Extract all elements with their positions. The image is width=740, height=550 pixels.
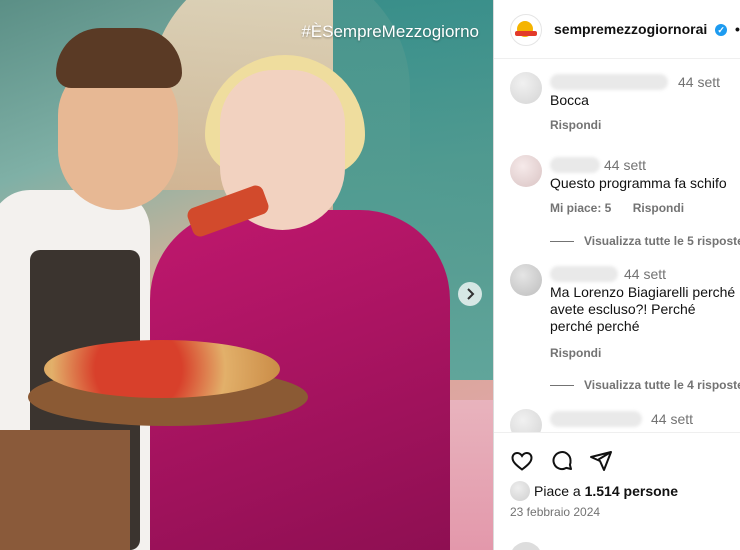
comment-icon[interactable]: [550, 449, 574, 473]
account-avatar[interactable]: [510, 14, 542, 46]
comment-time: 44 sett: [604, 157, 647, 173]
comment-text: Questo programma fa schifo: [550, 175, 727, 191]
comment-time: 44 sett: [624, 266, 667, 282]
comment-meta: Rispondi: [550, 346, 619, 360]
post-date[interactable]: 23 febbraio 2024: [510, 505, 600, 519]
commenter-username-blurred[interactable]: [550, 266, 618, 282]
replies-divider: [550, 241, 574, 243]
heart-icon[interactable]: [510, 449, 534, 473]
comment-text: Ma Lorenzo Biagiarelli perché avete escl…: [550, 284, 736, 334]
man-hair: [56, 28, 182, 88]
post-image[interactable]: #ÈSempreMezzogiorno: [0, 0, 493, 550]
account-username[interactable]: sempremezzogiornorai: [554, 21, 707, 37]
comment-time: 44 sett: [678, 74, 721, 90]
send-icon[interactable]: [589, 449, 613, 473]
pizza: [44, 340, 280, 398]
reply-button[interactable]: Rispondi: [633, 201, 684, 215]
commenter-avatar[interactable]: [510, 264, 542, 296]
likes-count: 1.514: [584, 483, 620, 499]
comment-time: 44 sett: [651, 411, 694, 427]
logo-bar-icon: [515, 31, 537, 36]
commenter-avatar[interactable]: [510, 155, 542, 187]
comment-meta: Mi piace: 5 Rispondi: [550, 201, 702, 215]
account-username-row: sempremezzogiornorai ✓ • S: [554, 21, 740, 37]
hashtag-overlay: #ÈSempreMezzogiorno: [301, 22, 479, 41]
man-apron-lower: [0, 430, 130, 550]
next-image-button[interactable]: [458, 282, 482, 306]
comment-text: Bocca: [550, 92, 589, 108]
replies-divider: [550, 385, 574, 387]
view-replies-label: Visualizza tutte le 4 risposte: [584, 378, 740, 392]
view-replies-button[interactable]: Visualizza tutte le 4 risposte: [550, 378, 740, 392]
chevron-right-icon: [467, 288, 475, 300]
commenter-username-blurred[interactable]: [550, 411, 642, 427]
verified-badge-icon: ✓: [715, 24, 728, 37]
comment-like-count[interactable]: Mi piace: 5: [550, 201, 611, 215]
post-sidebar: sempremezzogiornorai ✓ • S 44 sett Bocca…: [493, 0, 740, 550]
commenter-avatar[interactable]: [510, 72, 542, 104]
post-header: sempremezzogiornorai ✓ • S: [494, 0, 740, 59]
view-replies-button[interactable]: Visualizza tutte le 5 risposte: [550, 234, 740, 248]
likes-suffix: persone: [619, 483, 678, 499]
post-actions: Piace a 1.514 persone 23 febbraio 2024: [494, 432, 740, 550]
commenter-username-blurred[interactable]: [550, 157, 600, 173]
view-replies-label: Visualizza tutte le 5 risposte: [584, 234, 740, 248]
comment-meta: Rispondi: [550, 118, 619, 132]
likes-prefix: Piace a: [534, 483, 585, 499]
liker-avatar[interactable]: [510, 481, 530, 501]
separator-dot: •: [735, 21, 740, 37]
commenter-username-blurred[interactable]: [550, 74, 668, 90]
reply-button[interactable]: Rispondi: [550, 346, 601, 360]
reply-button[interactable]: Rispondi: [550, 118, 601, 132]
likes-summary[interactable]: Piace a 1.514 persone: [534, 483, 678, 499]
